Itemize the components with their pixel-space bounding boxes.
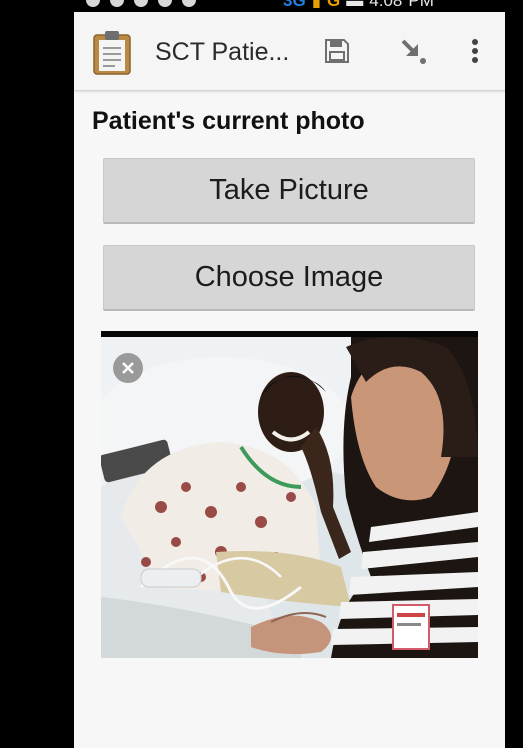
- patient-photo: [101, 331, 478, 658]
- notification-icon: [86, 0, 100, 7]
- signal-icon: ▮: [311, 0, 322, 10]
- arrow-down-right-icon: [401, 39, 426, 64]
- network-type-label: 3G: [283, 0, 306, 10]
- overflow-menu-button[interactable]: [458, 34, 492, 68]
- clock-ampm: PM: [408, 0, 434, 10]
- remove-photo-button[interactable]: [113, 353, 143, 383]
- action-bar: SCT Patie...: [74, 12, 505, 91]
- carrier-label: G: [327, 0, 341, 10]
- notification-icon: [182, 0, 196, 7]
- floppy-disk-icon: [325, 39, 349, 63]
- go-to-next-button[interactable]: [396, 34, 430, 68]
- battery-icon: ▬: [346, 0, 364, 10]
- save-button[interactable]: [320, 34, 354, 68]
- patient-photo-image: [101, 337, 478, 658]
- overflow-menu-icon: [472, 39, 478, 63]
- notification-icon: [110, 0, 124, 7]
- notification-icons: [86, 0, 196, 7]
- app-screen: SCT Patie... Patient's current photo Tak…: [74, 12, 505, 748]
- notification-icon: [158, 0, 172, 7]
- take-picture-button[interactable]: Take Picture: [103, 158, 475, 224]
- app-title: SCT Patie...: [155, 38, 290, 66]
- notification-icon: [134, 0, 148, 7]
- clock-time: 4:08: [369, 0, 403, 10]
- close-icon: [122, 362, 134, 374]
- section-label: Patient's current photo: [92, 107, 365, 135]
- clipboard-icon: [92, 29, 132, 75]
- status-indicators: 3G ▮ G ▬ 4:08 PM: [283, 0, 434, 11]
- status-bar: 3G ▮ G ▬ 4:08 PM: [0, 0, 523, 12]
- choose-image-button[interactable]: Choose Image: [103, 245, 475, 311]
